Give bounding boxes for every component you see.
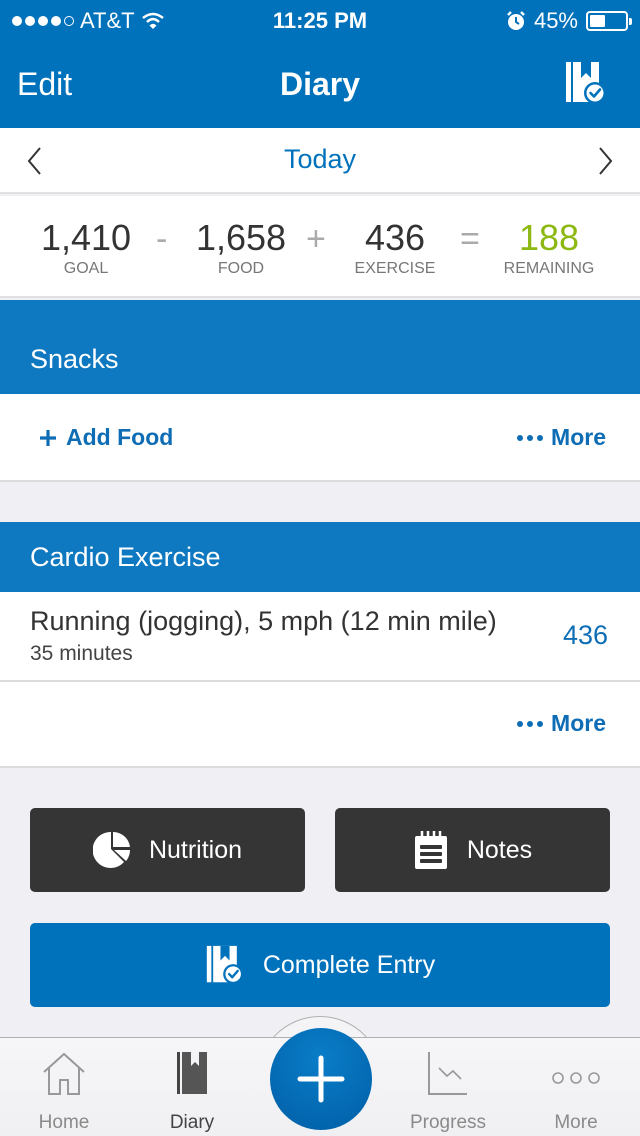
exercise-value: 436 [364, 217, 426, 258]
chevron-right-icon [599, 147, 613, 175]
remaining-label: REMAINING [503, 260, 595, 277]
snacks-actions-row: Add Food More [0, 394, 640, 482]
equals-operator: = [460, 220, 480, 258]
exercise-calories: 436 [562, 620, 608, 650]
status-bar: AT&T 11:25 PM 45% [0, 0, 640, 40]
complete-diary-button[interactable] [564, 60, 608, 106]
add-food-label: Add Food [66, 424, 174, 450]
complete-entry-label: Complete Entry [262, 950, 436, 979]
ellipsis-icon [517, 434, 544, 441]
cardio-section-header: Cardio Exercise [0, 522, 640, 592]
food-summary: 1,658 FOOD [190, 218, 292, 280]
calorie-summary: 1,410 GOAL - 1,658 FOOD + 436 EXERCISE =… [0, 196, 640, 298]
exercise-label: EXERCISE [354, 260, 436, 277]
next-day-button[interactable] [590, 144, 618, 178]
tab-more-label: More [554, 1112, 598, 1133]
nutrition-label: Nutrition [148, 835, 243, 864]
notepad-icon [414, 831, 447, 869]
exercise-duration: 35 minutes [30, 642, 133, 665]
alarm-icon [507, 11, 525, 30]
goal-label: GOAL [63, 260, 109, 277]
tab-home[interactable]: Home [14, 1038, 114, 1136]
notes-button[interactable]: Notes [335, 808, 610, 892]
battery-percent: 45% [533, 8, 578, 33]
snacks-title: Snacks [30, 344, 119, 374]
exercise-summary: 436 EXERCISE [346, 218, 444, 280]
page-title: Diary [279, 66, 361, 102]
edit-button[interactable]: Edit [17, 66, 72, 103]
plus-icon [40, 429, 56, 446]
cardio-actions-row: More [0, 682, 640, 768]
snacks-more-button[interactable]: More [517, 424, 606, 451]
diary-check-icon [566, 62, 606, 104]
goal-value: 1,410 [40, 217, 132, 258]
chart-icon [428, 1052, 467, 1095]
complete-entry-button[interactable]: Complete Entry [30, 923, 610, 1007]
tab-home-label: Home [38, 1112, 90, 1133]
diary-check-icon [206, 945, 244, 985]
battery-icon [586, 11, 632, 31]
ellipsis-icon [517, 720, 544, 727]
exercise-entry-row[interactable]: Running (jogging), 5 mph (12 min mile) 3… [0, 592, 640, 682]
snacks-section-header: Snacks [0, 300, 640, 394]
tab-progress[interactable]: Progress [398, 1038, 498, 1136]
tab-more[interactable]: More [526, 1038, 626, 1136]
date-navigator: Today [0, 128, 640, 194]
quick-add-button[interactable] [270, 1028, 372, 1130]
previous-day-button[interactable] [22, 144, 50, 178]
home-icon [43, 1052, 85, 1095]
tab-diary-label: Diary [169, 1112, 215, 1133]
cardio-title: Cardio Exercise [30, 542, 221, 572]
cardio-more-button[interactable]: More [517, 710, 606, 737]
plus-operator: + [306, 220, 326, 258]
plus-icon [297, 1055, 345, 1103]
food-label: FOOD [217, 260, 265, 277]
add-food-button[interactable]: Add Food [38, 424, 173, 451]
notes-label: Notes [466, 835, 533, 864]
food-value: 1,658 [195, 217, 287, 258]
nutrition-button[interactable]: Nutrition [30, 808, 305, 892]
diary-icon [177, 1052, 207, 1094]
tab-diary[interactable]: Diary [142, 1038, 242, 1136]
snacks-more-label: More [551, 424, 606, 450]
more-dots-icon [552, 1072, 600, 1084]
cardio-more-label: More [551, 710, 606, 736]
minus-operator: - [156, 220, 168, 258]
remaining-value: 188 [518, 217, 580, 258]
pie-chart-icon [92, 831, 130, 868]
tab-progress-label: Progress [409, 1112, 487, 1133]
exercise-name: Running (jogging), 5 mph (12 min mile) [30, 606, 497, 636]
goal-summary: 1,410 GOAL [36, 218, 136, 280]
current-date-label[interactable]: Today [284, 144, 356, 174]
remaining-summary: 188 REMAINING [498, 218, 600, 280]
top-bar: AT&T 11:25 PM 45% Edit Diary [0, 0, 640, 128]
chevron-left-icon [27, 147, 41, 175]
